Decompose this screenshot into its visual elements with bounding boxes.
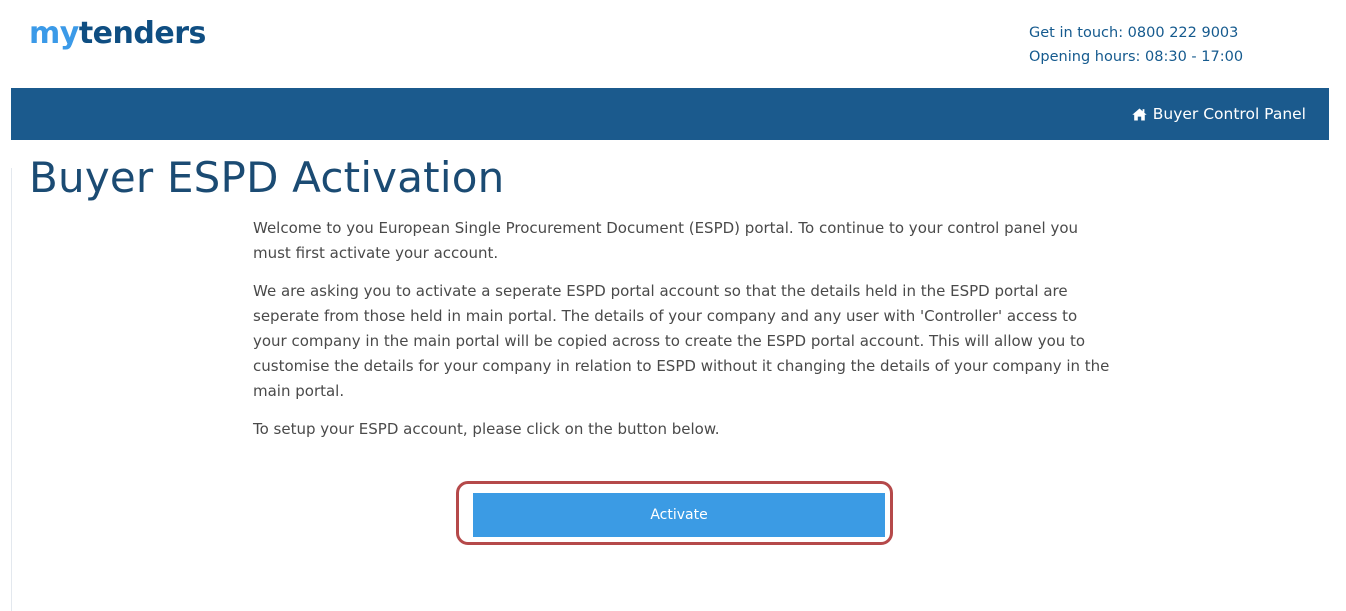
logo-tenders-text: tenders <box>78 16 207 51</box>
top-navbar: Buyer Control Panel <box>11 88 1329 140</box>
intro-content: Welcome to you European Single Procureme… <box>253 216 1113 455</box>
explanation-paragraph: We are asking you to activate a seperate… <box>253 282 1110 400</box>
page: mytenders Get in touch: 0800 222 9003 Op… <box>0 0 1346 611</box>
home-icon <box>1132 108 1147 120</box>
buyer-control-panel-label: Buyer Control Panel <box>1152 105 1306 123</box>
instruction-paragraph: To setup your ESPD account, please click… <box>253 420 720 438</box>
opening-hours: Opening hours: 08:30 - 17:00 <box>1029 49 1244 65</box>
content-border <box>11 168 12 611</box>
contact-phone: Get in touch: 0800 222 9003 <box>1029 25 1239 41</box>
page-title: Buyer ESPD Activation <box>29 153 505 202</box>
contact-info: Get in touch: 0800 222 9003 Opening hour… <box>1029 21 1243 69</box>
mytenders-logo[interactable]: mytenders <box>29 8 206 60</box>
welcome-paragraph: Welcome to you European Single Procureme… <box>253 219 1079 262</box>
activate-button[interactable]: Activate <box>473 493 885 537</box>
buyer-control-panel-link[interactable]: Buyer Control Panel <box>1132 88 1306 140</box>
logo-my-text: my <box>29 16 79 51</box>
